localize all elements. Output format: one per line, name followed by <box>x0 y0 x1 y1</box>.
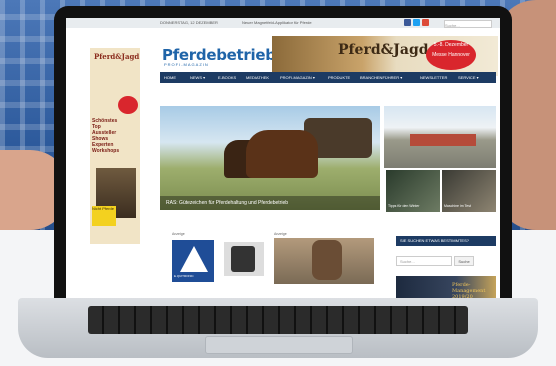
nav-item-mediathek[interactable]: MEDIATHEK <box>246 75 269 80</box>
promo-3-label: Anzeige <box>274 232 287 236</box>
topbar-news-ticker[interactable]: Neuer Magnetfeld-Applikator für Pferde <box>242 20 312 25</box>
banner-title: Pferd&Jagd <box>338 42 429 58</box>
sidebar-search-button[interactable]: Suche <box>454 256 474 266</box>
machine-icon <box>231 246 255 272</box>
topbar-date[interactable]: DONNERSTAG, 12 DEZEMBER <box>160 20 218 25</box>
site-logo-subtitle: PROFI-MAGAZIN <box>164 62 209 67</box>
main-navigation: HOME NEWS ▾ E-BOOKS MEDIATHEK PROFI-MAGA… <box>160 72 496 83</box>
nav-item-newsletter[interactable]: NEWSLETTER <box>420 75 447 80</box>
equitronic-logo-icon <box>180 246 208 272</box>
hoof-icon <box>312 240 342 280</box>
laptop-keyboard <box>88 306 468 334</box>
promo-1-label: Anzeige <box>172 232 185 236</box>
topbar-search-input[interactable]: Suche... <box>444 20 492 28</box>
side-ad-yellow-badge: Nicht Pferde <box>92 206 116 226</box>
laptop-trackpad <box>205 336 353 354</box>
thumb-barn <box>410 134 476 146</box>
nav-item-profi-magazin[interactable]: PROFI-MAGAZIN ▾ <box>280 75 315 80</box>
banner-date-badge: 5.-8. Dezember Messe Hannover <box>426 40 476 70</box>
nav-item-home[interactable]: HOME <box>164 75 176 80</box>
twitter-icon[interactable] <box>413 19 420 26</box>
nav-item-service[interactable]: SERVICE ▾ <box>458 75 479 80</box>
hero-horse-brown <box>246 130 318 178</box>
promo-1-text: E.QUITRONIC <box>174 274 194 278</box>
side-ad-title: Pferd&Jagd <box>94 52 140 61</box>
google-plus-icon[interactable] <box>422 19 429 26</box>
thumb-3-caption: Maschine im Test <box>444 204 471 208</box>
nav-item-branchenfuehrer[interactable]: BRANCHENFÜHRER ▾ <box>360 75 402 80</box>
thumb-2-caption: Tipps für den Winter <box>388 204 420 208</box>
sidebar-search-input[interactable]: Suche... <box>396 256 452 266</box>
side-ad-badge <box>118 96 138 114</box>
nav-item-news[interactable]: NEWS ▾ <box>190 75 205 80</box>
nav-item-ebooks[interactable]: E-BOOKS <box>218 75 236 80</box>
hero-caption[interactable]: RAS: Gütezeichen für Pferdehaltung und P… <box>160 196 380 210</box>
side-ad-text: Schönstes Top Aussteller Shows Experten … <box>92 118 120 154</box>
nav-item-produkte[interactable]: PRODUKTE <box>328 75 350 80</box>
website-topbar: DONNERSTAG, 12 DEZEMBER Neuer Magnetfeld… <box>66 18 500 28</box>
sidebar-search-heading: SIE SUCHEN ETWAS BESTIMMTES? <box>396 236 496 246</box>
laptop-screen: DONNERSTAG, 12 DEZEMBER Neuer Magnetfeld… <box>66 18 500 300</box>
facebook-icon[interactable] <box>404 19 411 26</box>
